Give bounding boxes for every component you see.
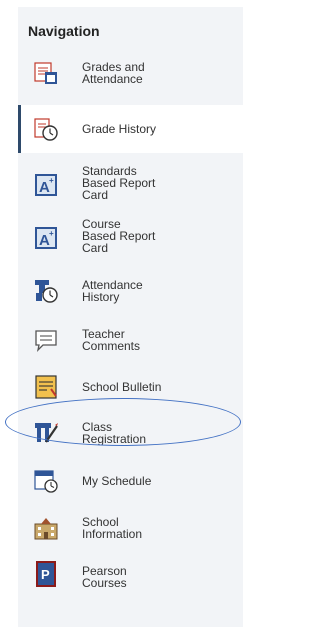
- attendance-history-icon: [35, 280, 58, 303]
- grades-attendance-icon: [34, 62, 57, 84]
- standards-report-card-icon: A +: [35, 174, 57, 196]
- nav-item-label: Pearson Courses: [82, 564, 127, 590]
- nav-item-grade-history[interactable]: Grade History: [18, 105, 243, 153]
- nav-item-teacher-comments[interactable]: Teacher Comments: [18, 318, 243, 362]
- nav-item-label: Standards Based Report Card: [82, 164, 156, 202]
- school-bulletin-icon: [35, 375, 57, 399]
- my-schedule-icon: [34, 470, 58, 493]
- nav-item-attendance-history[interactable]: Attendance History: [18, 269, 243, 313]
- pearson-courses-icon: P: [36, 561, 56, 587]
- svg-text:+: +: [49, 176, 54, 185]
- nav-item-class-registration[interactable]: Class Registration: [18, 411, 243, 455]
- navigation-sidebar: Navigation Grades and Attendance Grade H…: [18, 7, 243, 627]
- course-report-card-icon: A +: [35, 227, 57, 249]
- nav-item-pearson-courses[interactable]: P Pearson Courses: [18, 555, 243, 599]
- nav-item-label: Course Based Report Card: [82, 217, 156, 255]
- nav-item-label: School Bulletin: [82, 380, 162, 394]
- nav-item-my-schedule[interactable]: My Schedule: [18, 461, 243, 501]
- nav-item-label: Grade History: [82, 122, 157, 136]
- svg-text:P: P: [41, 567, 50, 582]
- school-information-icon: [34, 518, 58, 540]
- nav-item-standards-based-report-card[interactable]: A + Standards Based Report Card: [18, 159, 243, 211]
- nav-item-grades-and-attendance[interactable]: Grades and Attendance: [18, 51, 243, 95]
- nav-item-label: Class Registration: [82, 420, 147, 446]
- nav-item-course-based-report-card[interactable]: A + Course Based Report Card: [18, 212, 243, 264]
- nav-item-label: Attendance History: [82, 278, 143, 304]
- nav-item-label: School Information: [82, 515, 143, 541]
- svg-text:+: +: [49, 229, 54, 238]
- teacher-comments-icon: [35, 330, 57, 352]
- nav-item-school-information[interactable]: School Information: [18, 506, 243, 550]
- nav-item-label: Teacher Comments: [82, 327, 141, 353]
- nav-item-label: Grades and Attendance: [82, 60, 145, 86]
- nav-item-school-bulletin[interactable]: School Bulletin: [18, 367, 243, 407]
- navigation-title: Navigation: [28, 23, 100, 39]
- nav-item-label: My Schedule: [82, 474, 152, 488]
- class-registration-icon: [35, 423, 58, 443]
- grade-history-icon: [34, 118, 58, 141]
